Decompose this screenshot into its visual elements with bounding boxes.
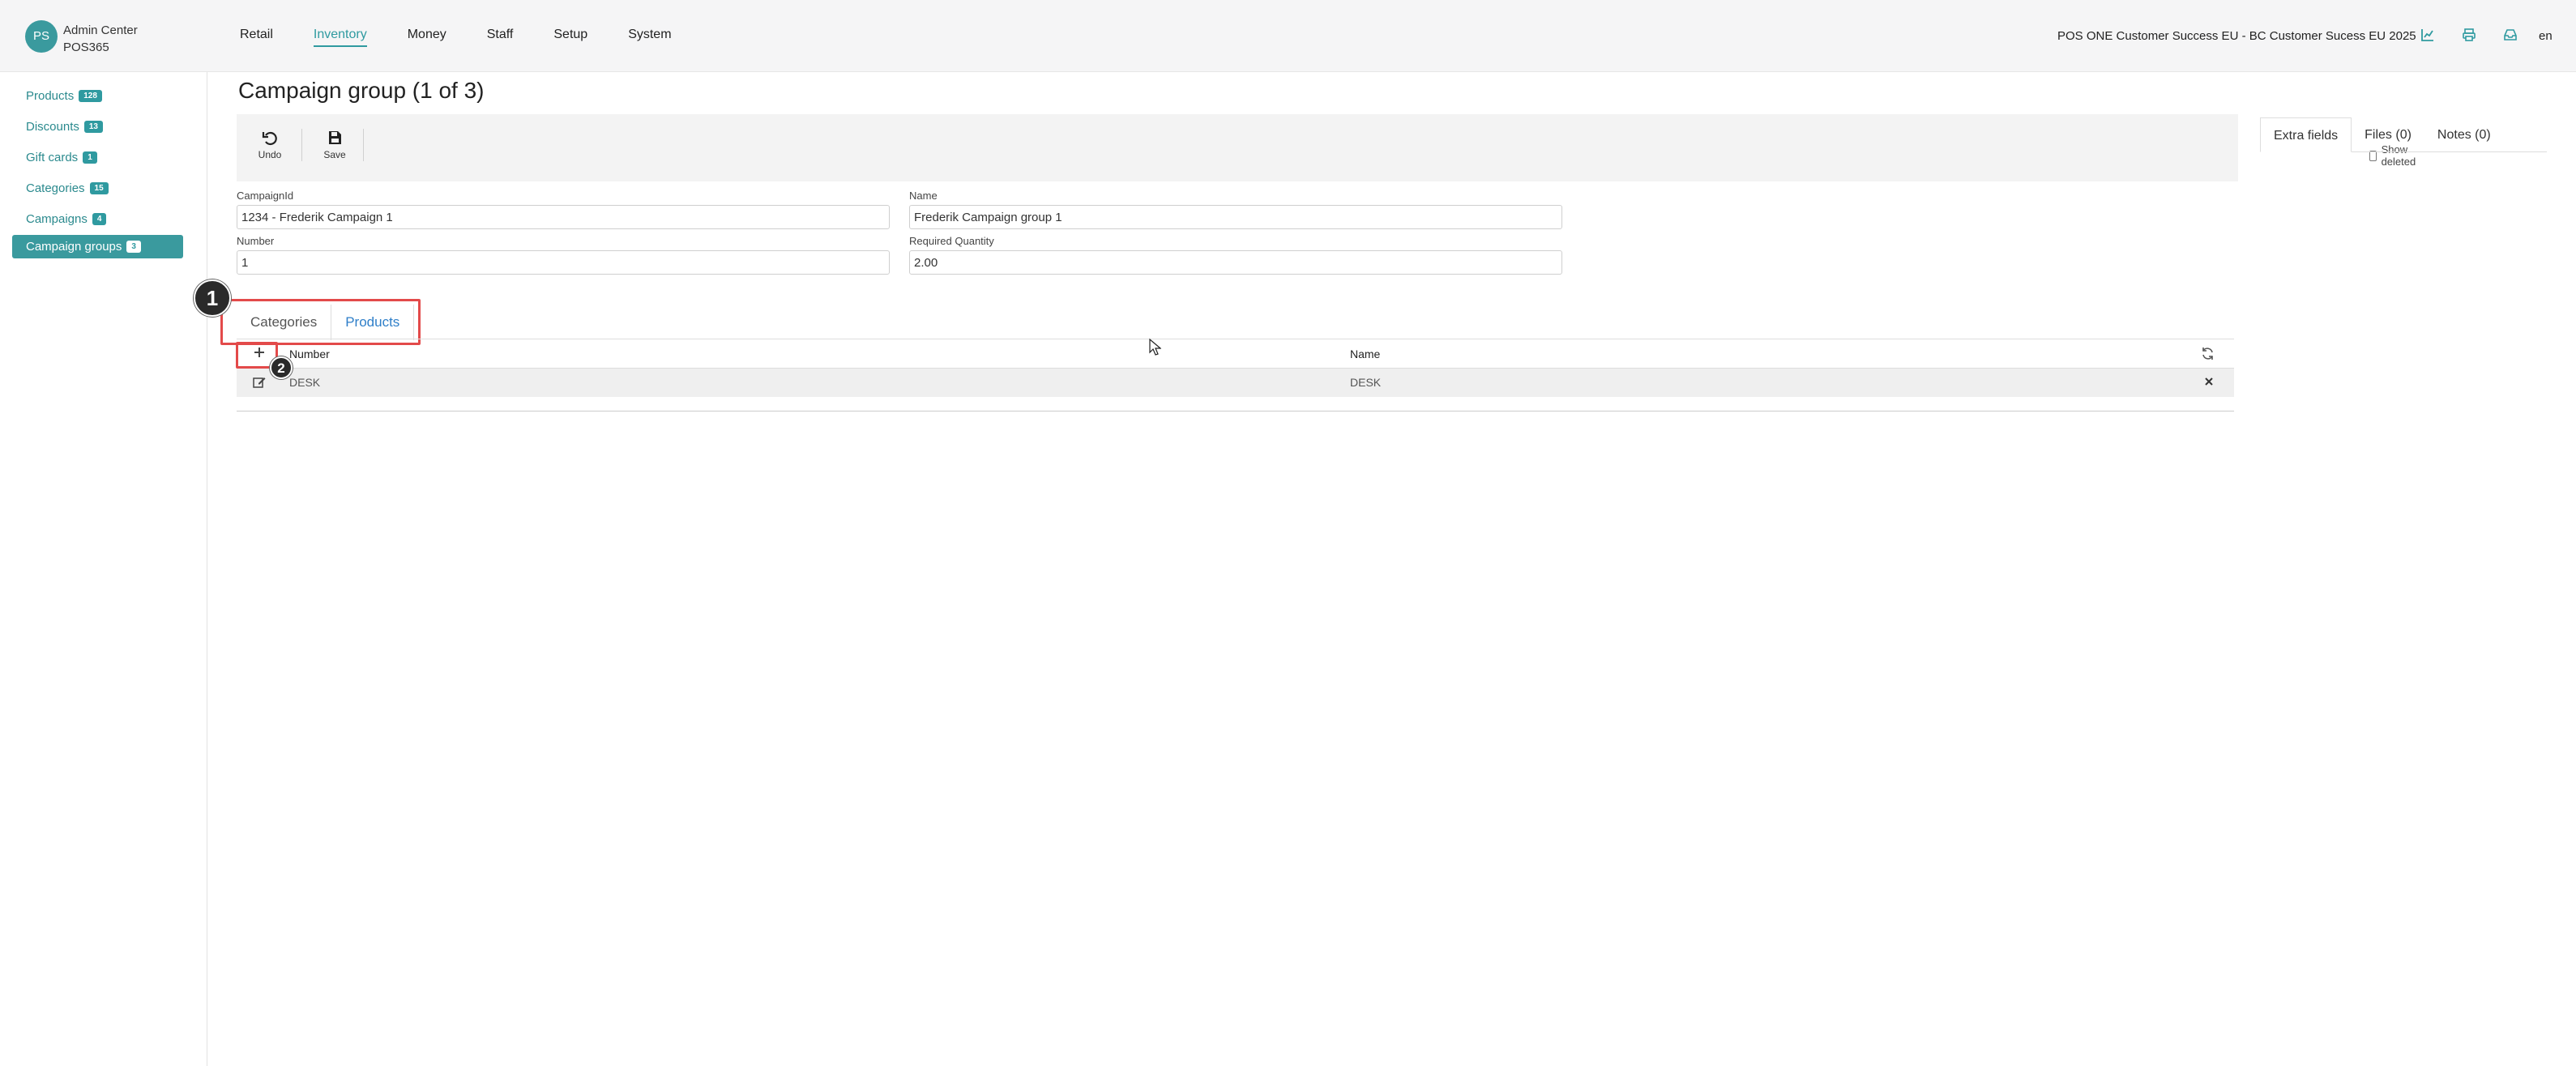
print-icon[interactable] — [2462, 28, 2478, 44]
undo-label: Undo — [258, 149, 282, 160]
table-row[interactable]: DESK DESK — [237, 369, 2234, 397]
nav-inventory[interactable]: Inventory — [313, 28, 367, 47]
nav-money[interactable]: Money — [408, 28, 446, 47]
sidebar-item-label: Gift cards — [26, 151, 79, 164]
nav-setup[interactable]: Setup — [553, 28, 587, 47]
campaign-id-field[interactable] — [237, 205, 890, 229]
inbox-icon[interactable] — [2503, 28, 2519, 44]
undo-icon — [262, 131, 277, 146]
save-icon — [329, 131, 341, 144]
main-nav: Retail Inventory Money Staff Setup Syste… — [240, 28, 712, 47]
count-badge: 15 — [89, 182, 109, 194]
products-grid: Number Name DESK DESK — [237, 339, 2234, 411]
sidebar-item-discounts[interactable]: Discounts 13 — [12, 115, 183, 139]
sidebar-item-gift-cards[interactable]: Gift cards 1 — [12, 146, 183, 169]
toolbar-divider — [301, 129, 302, 161]
save-button[interactable]: Save — [316, 129, 353, 160]
count-badge: 4 — [92, 213, 107, 225]
nav-retail[interactable]: Retail — [240, 28, 273, 47]
page-title: Campaign group (1 of 3) — [238, 78, 485, 103]
tab-extra-fields[interactable]: Extra fields — [2260, 117, 2352, 152]
sidebar-item-label: Discounts — [26, 120, 79, 134]
mouse-cursor-icon — [1148, 338, 1162, 360]
brand: Admin Center POS365 — [63, 22, 138, 56]
grid-header: Number Name — [237, 339, 2234, 369]
count-badge: 128 — [79, 90, 102, 102]
column-header-name[interactable]: Name — [1350, 339, 1380, 369]
delete-row-button[interactable] — [2203, 376, 2215, 390]
required-quantity-field[interactable] — [909, 250, 1562, 275]
refresh-icon — [2202, 348, 2213, 360]
language-selector[interactable]: en — [2539, 29, 2553, 43]
tab-notes[interactable]: Notes (0) — [2424, 117, 2504, 151]
cell-number: DESK — [289, 376, 321, 389]
name-field[interactable] — [909, 205, 1562, 229]
sidebar-item-label: Categories — [26, 181, 85, 195]
context-title: POS ONE Customer Success EU - BC Custome… — [2057, 29, 2416, 43]
campaign-id-label: CampaignId — [237, 190, 294, 202]
tenant-name: POS365 — [63, 41, 109, 54]
count-badge: 13 — [83, 121, 103, 133]
avatar[interactable]: PS — [25, 20, 58, 53]
cell-name: DESK — [1350, 376, 1382, 389]
sidebar-item-campaign-groups[interactable]: Campaign groups 3 — [12, 235, 183, 258]
toolbar-divider — [363, 129, 364, 161]
sidebar-item-label: Campaign groups — [26, 240, 122, 254]
step-marker-2: 2 — [270, 356, 293, 379]
required-quantity-label: Required Quantity — [909, 235, 994, 247]
save-label: Save — [323, 149, 346, 160]
number-field[interactable] — [237, 250, 890, 275]
nav-staff[interactable]: Staff — [487, 28, 514, 47]
sidebar: Products 128 Discounts 13 Gift cards 1 Cate… — [0, 72, 207, 1066]
sidebar-item-label: Campaigns — [26, 212, 88, 226]
detail-tabs: Extra fields Files (0) Notes (0) — [2260, 117, 2547, 152]
nav-system[interactable]: System — [628, 28, 671, 47]
undo-button[interactable]: Undo — [251, 129, 288, 160]
edit-row-button[interactable] — [252, 375, 267, 392]
name-label: Name — [909, 190, 938, 202]
sidebar-item-categories[interactable]: Categories 15 — [12, 177, 183, 200]
column-header-number[interactable]: Number — [289, 339, 330, 369]
app-name: Admin Center — [63, 23, 138, 37]
edit-icon — [253, 377, 266, 388]
step-marker-1: 1 — [194, 279, 231, 317]
top-bar: PS Admin Center POS365 Retail Inventory … — [0, 0, 2576, 72]
chart-icon[interactable] — [2420, 28, 2437, 44]
tab-files[interactable]: Files (0) — [2352, 117, 2424, 151]
number-label: Number — [237, 235, 275, 247]
count-badge: 3 — [126, 241, 141, 253]
sidebar-item-campaigns[interactable]: Campaigns 4 — [12, 207, 183, 231]
sidebar-item-label: Products — [26, 89, 75, 103]
count-badge: 1 — [83, 151, 97, 164]
sidebar-item-products[interactable]: Products 128 — [12, 84, 183, 108]
toolbar: Undo Save Show deleted — [237, 114, 2416, 181]
refresh-button[interactable] — [2201, 347, 2215, 363]
close-icon — [2205, 377, 2213, 386]
